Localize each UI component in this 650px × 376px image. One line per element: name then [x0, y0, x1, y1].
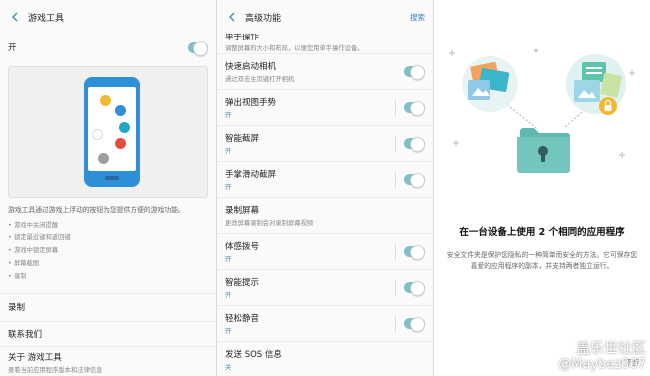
advanced-features-panel: 高级功能 搜索 单手操作 调整屏幕的大小和布局，以便您用单手操作设备。 快速启动…: [217, 0, 433, 376]
setting-subtitle: 开: [225, 112, 232, 119]
page-title: 游戏工具: [28, 13, 65, 24]
feature-title: 在一台设备上使用 2 个相同的应用程序: [459, 227, 625, 238]
setting-title: 快速启动相机: [225, 62, 277, 72]
setting-toggle[interactable]: [404, 245, 425, 260]
game-tool-icon: [115, 105, 126, 116]
divider: [395, 98, 396, 117]
setting-title: 轻松静音: [225, 314, 260, 324]
item-title: 联系我们: [8, 329, 43, 340]
setting-title: 录制屏幕: [225, 206, 260, 216]
divider: [395, 278, 396, 297]
setting-row[interactable]: 发送 SOS 信息关: [217, 342, 433, 376]
setting-subtitle: 开: [225, 328, 232, 335]
setting-row[interactable]: 智能截屏开: [217, 126, 433, 162]
setting-subtitle: 开: [225, 256, 232, 263]
phone-illustration: [84, 77, 140, 187]
divider: [395, 242, 396, 261]
header: 游戏工具: [0, 0, 216, 34]
setting-toggle[interactable]: [404, 281, 425, 296]
watermark: 盖乐世社区 @Maybez007: [558, 341, 646, 372]
secure-folder-panel: 在一台设备上使用 2 个相同的应用程序 安全文件夹是保护您隐私的一种简单而安全的…: [434, 0, 650, 376]
setting-subtitle: 关: [225, 364, 232, 371]
setting-subtitle: 更改屏幕录制会对录制屏幕视频: [225, 220, 314, 227]
feature-description: 安全文件夹是保护您隐私的一种简单而安全的方法。它可保存您喜爱的应用程序的副本，并…: [446, 251, 638, 270]
chevron-left-icon: [229, 12, 235, 22]
game-tool-icon: [115, 138, 126, 149]
back-button[interactable]: [225, 10, 239, 24]
master-switch-row[interactable]: 开: [0, 34, 216, 60]
setting-title: 智能截屏: [225, 134, 260, 144]
item-title: 关于 游戏工具: [8, 352, 62, 363]
header: 高级功能 搜索: [217, 0, 433, 34]
setting-toggle[interactable]: [404, 317, 425, 332]
master-toggle[interactable]: [188, 40, 208, 56]
feature-item: 录制: [0, 271, 216, 284]
setting-subtitle: 开: [225, 148, 232, 155]
setting-subtitle: 开: [225, 184, 232, 191]
watermark-line2: @Maybez007: [558, 356, 646, 372]
game-tool-icon: [119, 122, 130, 133]
feature-item: 锁定最近键和返回键: [0, 232, 216, 245]
game-tool-icon: [100, 95, 111, 106]
setting-row[interactable]: 快速启动相机通过双击主页键打开相机: [217, 54, 433, 90]
game-tool-icon: [98, 153, 109, 164]
settings-list: 快速启动相机 通过双击主页键打开相机 弹出视图手势开智能截屏开手掌滑动截屏开录制屏幕…: [217, 54, 433, 376]
setting-toggle[interactable]: [404, 137, 425, 152]
secure-folder-illustration: [449, 48, 635, 173]
setting-row[interactable]: 体感拨号开: [217, 234, 433, 270]
setting-title: 弹出视图手势: [225, 98, 277, 108]
switch-label: 开: [8, 43, 17, 53]
setting-title: 体感拨号: [225, 242, 260, 252]
list-item-record[interactable]: 录制: [0, 292, 216, 322]
game-tools-panel: 游戏工具 开 游戏工具通过游戏上浮动的按钮为您提供方便的游戏功能。 游戏中关闭提…: [0, 0, 216, 376]
back-button[interactable]: [8, 10, 22, 24]
item-subtitle: 查看当前应用程序版本和法律信息: [8, 366, 103, 374]
page-title: 高级功能: [245, 13, 282, 24]
setting-row[interactable]: 手掌滑动截屏开: [217, 162, 433, 198]
game-tools-illustration: [8, 66, 208, 198]
setting-toggle[interactable]: [404, 173, 425, 188]
secure-folder-icon: [517, 128, 570, 173]
feature-item: 游戏中锁定屏幕: [0, 245, 216, 258]
setting-row[interactable]: 智能提示开: [217, 270, 433, 306]
setting-subtitle: 调整屏幕的大小和布局，以便您用单手操作设备。: [225, 45, 364, 52]
setting-title: 发送 SOS 信息: [225, 350, 282, 360]
description: 游戏工具通过游戏上浮动的按钮为您提供方便的游戏功能。: [8, 206, 185, 214]
setting-title: 单手操作: [225, 34, 260, 42]
setting-toggle[interactable]: [404, 101, 425, 116]
setting-one-handed[interactable]: 单手操作 调整屏幕的大小和布局，以便您用单手操作设备。: [217, 34, 433, 54]
setting-row[interactable]: 录制屏幕更改屏幕录制会对录制屏幕视频: [217, 198, 433, 234]
item-title: 录制: [8, 303, 26, 314]
divider: [395, 314, 396, 333]
setting-subtitle: 通过双击主页键打开相机: [225, 76, 295, 83]
feature-item: 屏幕截图: [0, 258, 216, 271]
setting-row[interactable]: 轻松静音开: [217, 306, 433, 342]
watermark-line1: 盖乐世社区: [576, 341, 646, 358]
setting-title: 手掌滑动截屏: [225, 170, 277, 180]
search-button[interactable]: 搜索: [410, 12, 425, 23]
list-item-contact[interactable]: 联系我们: [0, 322, 216, 347]
setting-title: 智能提示: [225, 278, 260, 288]
list-item-about[interactable]: 关于 游戏工具 查看当前应用程序版本和法律信息: [0, 347, 216, 376]
chevron-left-icon: [12, 12, 18, 22]
setting-row[interactable]: 弹出视图手势开: [217, 90, 433, 126]
feature-item: 游戏中关闭提醒: [0, 220, 216, 233]
setting-toggle[interactable]: [404, 65, 425, 80]
divider: [395, 170, 396, 189]
setting-subtitle: 开: [225, 292, 232, 299]
game-tool-icon: [92, 129, 103, 140]
divider: [395, 134, 396, 153]
